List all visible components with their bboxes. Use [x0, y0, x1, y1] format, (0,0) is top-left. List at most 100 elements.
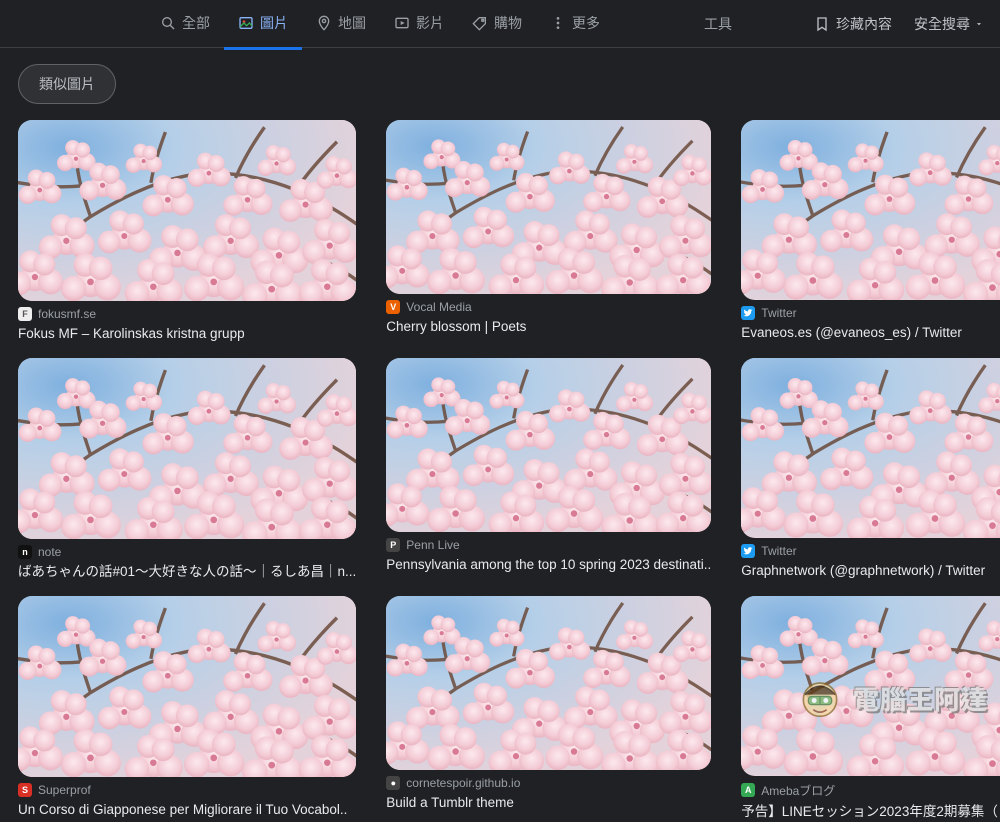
- cherry-blossom-image: [741, 120, 1000, 300]
- result-thumbnail[interactable]: [386, 358, 711, 532]
- result-title[interactable]: Un Corso di Giapponese per Migliorare il…: [18, 801, 356, 820]
- source-label: Amebaブログ: [761, 782, 835, 799]
- cherry-blossom-image: [18, 596, 356, 777]
- result-source[interactable]: S Superprof: [18, 783, 356, 797]
- tab-videos[interactable]: 影片: [380, 0, 458, 50]
- source-label: Twitter: [761, 544, 796, 558]
- result-source[interactable]: Ffokusmf.se: [18, 307, 356, 321]
- tab-all[interactable]: 全部: [146, 0, 224, 50]
- tag-icon: [472, 15, 488, 31]
- source-label: cornetespoir.github.io: [406, 776, 520, 790]
- result-title[interactable]: ばあちゃんの話#01～大好きな人の話～｜るしあ昌｜n...: [18, 563, 356, 582]
- result-source[interactable]: A Amebaブログ: [741, 782, 1000, 799]
- search-nav-bar: 全部 圖片 地圖 影片 購物 更多 工具 珍藏內容 安全搜尋: [0, 0, 1000, 48]
- result-thumbnail[interactable]: [18, 120, 356, 301]
- result-card: S Superprof Un Corso di Giapponese per Mig…: [18, 596, 356, 822]
- result-meta: Twitter Graphnetwork (@graphnetwork) / Tw…: [741, 538, 1000, 581]
- image-icon: [238, 15, 254, 31]
- result-meta: VVocal Media Cherry blossom | Poets: [386, 294, 711, 337]
- result-meta: Ffokusmf.se Fokus MF – Karolinskas kristn…: [18, 301, 356, 344]
- collections-label: 珍藏內容: [836, 14, 892, 34]
- source-label: Twitter: [761, 306, 796, 320]
- safesearch-dropdown[interactable]: 安全搜尋: [914, 14, 984, 34]
- result-meta: S Superprof Un Corso di Giapponese per Mig…: [18, 777, 356, 820]
- tab-shopping-label: 購物: [494, 13, 522, 33]
- bookmark-icon: [814, 16, 830, 32]
- tools-button[interactable]: 工具: [704, 14, 732, 34]
- result-meta: P Penn Live Pennsylvania among the top 10 …: [386, 532, 711, 575]
- result-thumbnail[interactable]: [386, 596, 711, 770]
- result-card: ● cornetespoir.github.io Build a Tumblr th…: [386, 596, 711, 822]
- result-title[interactable]: Graphnetwork (@graphnetwork) / Twitter: [741, 562, 1000, 581]
- result-meta: Twitter Evaneos.es (@evaneos_es) / Twitte…: [741, 300, 1000, 343]
- search-tabs: 全部 圖片 地圖 影片 購物 更多: [146, 0, 614, 49]
- favicon: n: [18, 545, 32, 559]
- cherry-blossom-image: [741, 596, 1000, 776]
- source-label: Superprof: [38, 783, 91, 797]
- tab-shopping[interactable]: 購物: [458, 0, 536, 50]
- cherry-blossom-image: [386, 120, 711, 294]
- favicon: [741, 306, 755, 320]
- chevron-down-icon: [974, 19, 984, 29]
- result-source[interactable]: VVocal Media: [386, 300, 711, 314]
- result-card: VVocal Media Cherry blossom | Poets: [386, 120, 711, 344]
- source-label: Penn Live: [406, 538, 459, 552]
- nav-right: 工具 珍藏內容 安全搜尋: [704, 14, 984, 34]
- more-vertical-icon: [550, 15, 566, 31]
- result-title[interactable]: 予告】LINEセッション2023年度2期募集（・∀・）！...: [741, 803, 1000, 822]
- result-title[interactable]: Fokus MF – Karolinskas kristna grupp: [18, 325, 356, 344]
- tab-more-label: 更多: [572, 13, 600, 33]
- result-meta: A Amebaブログ予告】LINEセッション2023年度2期募集（・∀・）！...: [741, 776, 1000, 822]
- map-pin-icon: [316, 15, 332, 31]
- similar-images-chip[interactable]: 類似圖片: [18, 64, 116, 104]
- cherry-blossom-image: [386, 358, 711, 532]
- source-label: Vocal Media: [406, 300, 471, 314]
- collections-link[interactable]: 珍藏內容: [814, 14, 892, 34]
- result-card: Twitter Graphnetwork (@graphnetwork) / Tw…: [741, 358, 1000, 582]
- result-card: nnote ばあちゃんの話#01～大好きな人の話～｜るしあ昌｜n...: [18, 358, 356, 582]
- tab-more[interactable]: 更多: [536, 0, 614, 50]
- filter-chip-row: 類似圖片: [0, 48, 1000, 114]
- favicon: P: [386, 538, 400, 552]
- result-meta: ● cornetespoir.github.io Build a Tumblr th…: [386, 770, 711, 813]
- result-card: Ffokusmf.se Fokus MF – Karolinskas kristn…: [18, 120, 356, 344]
- cherry-blossom-image: [741, 358, 1000, 538]
- result-thumbnail[interactable]: [741, 596, 1000, 776]
- result-source[interactable]: P Penn Live: [386, 538, 711, 552]
- result-title[interactable]: Pennsylvania among the top 10 spring 202…: [386, 556, 711, 575]
- result-title[interactable]: Build a Tumblr theme: [386, 794, 711, 813]
- cherry-blossom-image: [386, 596, 711, 770]
- tab-videos-label: 影片: [416, 13, 444, 33]
- tab-images[interactable]: 圖片: [224, 0, 302, 50]
- tab-maps[interactable]: 地圖: [302, 0, 380, 50]
- tab-maps-label: 地圖: [338, 13, 366, 33]
- cherry-blossom-image: [18, 120, 356, 301]
- result-source[interactable]: ● cornetespoir.github.io: [386, 776, 711, 790]
- result-thumbnail[interactable]: [741, 358, 1000, 538]
- favicon: A: [741, 783, 755, 797]
- image-results-grid: Ffokusmf.se Fokus MF – Karolinskas kristn…: [0, 114, 1000, 822]
- source-label: fokusmf.se: [38, 307, 96, 321]
- favicon: S: [18, 783, 32, 797]
- video-icon: [394, 15, 410, 31]
- cherry-blossom-image: [18, 358, 356, 539]
- search-icon: [160, 15, 176, 31]
- result-title[interactable]: Evaneos.es (@evaneos_es) / Twitter: [741, 324, 1000, 343]
- favicon: [741, 544, 755, 558]
- source-label: note: [38, 545, 61, 559]
- result-source[interactable]: Twitter: [741, 544, 1000, 558]
- tab-images-label: 圖片: [260, 13, 288, 33]
- result-thumbnail[interactable]: [18, 358, 356, 539]
- result-thumbnail[interactable]: [18, 596, 356, 777]
- result-title[interactable]: Cherry blossom | Poets: [386, 318, 711, 337]
- tab-all-label: 全部: [182, 13, 210, 33]
- result-card: Twitter Evaneos.es (@evaneos_es) / Twitte…: [741, 120, 1000, 344]
- favicon: ●: [386, 776, 400, 790]
- result-source[interactable]: nnote: [18, 545, 356, 559]
- result-thumbnail[interactable]: [741, 120, 1000, 300]
- result-meta: nnote ばあちゃんの話#01～大好きな人の話～｜るしあ昌｜n...: [18, 539, 356, 582]
- result-source[interactable]: Twitter: [741, 306, 1000, 320]
- result-card: A Amebaブログ予告】LINEセッション2023年度2期募集（・∀・）！...: [741, 596, 1000, 822]
- result-card: P Penn Live Pennsylvania among the top 10 …: [386, 358, 711, 582]
- result-thumbnail[interactable]: [386, 120, 711, 294]
